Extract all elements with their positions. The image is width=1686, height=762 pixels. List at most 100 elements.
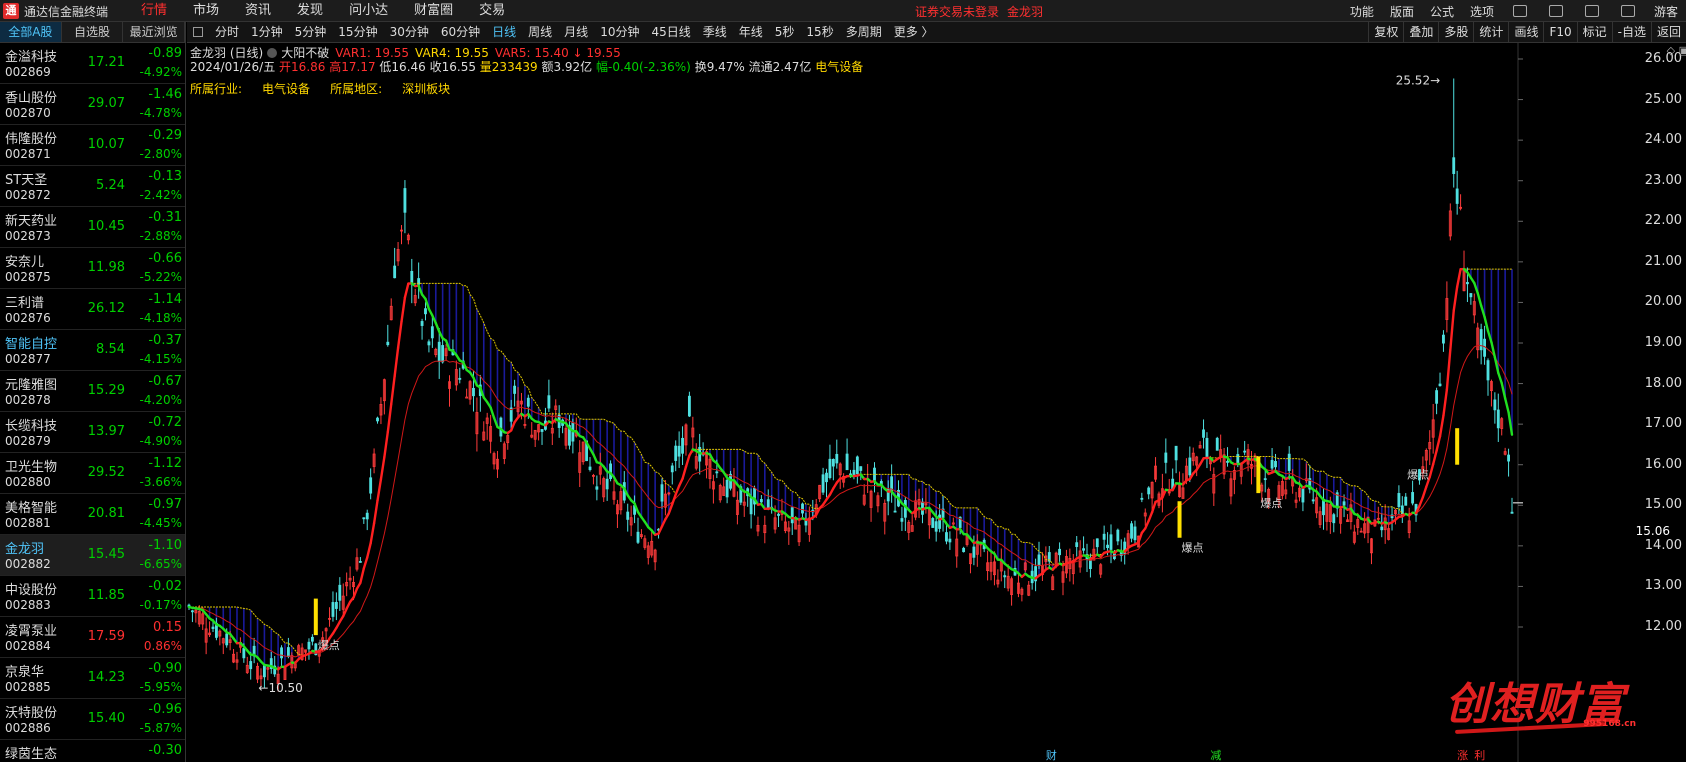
menu-item-5[interactable]: 财富圈 <box>401 0 466 22</box>
tab-watchlist[interactable]: 自选股 <box>62 22 124 42</box>
menu-options[interactable]: 选项 <box>1462 3 1502 20</box>
stock-row[interactable]: 绿茵生态 -0.30 <box>0 740 185 762</box>
menu-item-2[interactable]: 资讯 <box>232 0 284 22</box>
candle-body <box>499 417 503 437</box>
phone-icon[interactable] <box>1548 5 1563 17</box>
menu-function[interactable]: 功能 <box>1342 3 1382 20</box>
login-notice[interactable]: 证券交易未登录 金龙羽 <box>915 3 1051 20</box>
stock-row[interactable]: 沃特股份 002886 15.40 -0.96 -5.87% <box>0 699 185 740</box>
stock-row[interactable]: 新天药业 002873 10.45 -0.31 -2.88% <box>0 207 185 248</box>
signal-bar <box>313 598 318 636</box>
tool-button-0[interactable]: 复权 <box>1368 22 1403 42</box>
candle-body <box>1486 360 1490 381</box>
panel-toggle-icon[interactable] <box>193 27 203 37</box>
stock-row[interactable]: 伟隆股份 002871 10.07 -0.29 -2.80% <box>0 125 185 166</box>
login-status[interactable]: 证券交易未登录 <box>915 5 999 19</box>
kline-chart-area[interactable]: 爆点 爆点 爆点 爆点 25.52→ ←10.50 财减涨利 金龙羽 (日线) 大阳不破 VAR… <box>187 43 1686 762</box>
guest-user[interactable]: 游客 <box>1646 3 1686 20</box>
tool-button-8[interactable]: 返回 <box>1650 22 1686 42</box>
stock-row[interactable]: 元隆雅图 002878 15.29 -0.67 -4.20% <box>0 371 185 412</box>
period-tab-7[interactable]: 周线 <box>522 22 558 42</box>
candle-body <box>948 538 952 543</box>
stock-row[interactable]: 香山股份 002870 29.07 -1.46 -4.78% <box>0 84 185 125</box>
stock-row[interactable]: 长缆科技 002879 13.97 -0.72 -4.90% <box>0 412 185 453</box>
period-tab-8[interactable]: 月线 <box>558 22 594 42</box>
candle-body <box>472 387 475 397</box>
stock-row[interactable]: 美格智能 002881 20.81 -0.97 -4.45% <box>0 494 185 535</box>
candle-body <box>1058 548 1062 556</box>
bottom-event-marker[interactable]: 财 <box>1046 748 1057 762</box>
stock-row[interactable]: 凌霄泵业 002884 17.59 0.15 0.86% <box>0 617 185 658</box>
tool-button-7[interactable]: -自选 <box>1611 22 1651 42</box>
period-tab-16[interactable]: 更多 〉 <box>888 22 940 42</box>
stock-row[interactable]: 智能自控 002877 8.54 -0.37 -4.15% <box>0 330 185 371</box>
menu-layout[interactable]: 版面 <box>1382 3 1422 20</box>
stock-change-pct: 0.86% <box>143 639 182 653</box>
mail-icon[interactable] <box>1620 5 1635 17</box>
candle-body <box>1342 501 1346 506</box>
candle-body <box>424 308 427 315</box>
bottom-event-marker[interactable]: 涨 <box>1457 749 1468 762</box>
stock-row[interactable]: 金溢科技 002869 17.21 -0.89 -4.92% <box>0 43 185 84</box>
stock-row[interactable]: 京泉华 002885 14.23 -0.90 -5.95% <box>0 658 185 699</box>
period-tab-15[interactable]: 多周期 <box>840 22 888 42</box>
calculator-icon[interactable] <box>1584 5 1599 17</box>
period-tab-9[interactable]: 10分钟 <box>594 22 645 42</box>
menu-formula[interactable]: 公式 <box>1422 3 1462 20</box>
period-tab-10[interactable]: 45日线 <box>645 22 696 42</box>
candle-body <box>855 456 859 475</box>
window-icon[interactable]: ▣ <box>1679 44 1686 57</box>
period-tab-14[interactable]: 15秒 <box>800 22 839 42</box>
period-tab-5[interactable]: 60分钟 <box>435 22 486 42</box>
period-tab-11[interactable]: 季线 <box>697 22 733 42</box>
menu-item-4[interactable]: 问小达 <box>336 0 401 22</box>
top-menu-bar: 通 通达信金融终端 行情 市场 资讯 发现 问小达 财富圈 交易 证券交易未登录 金龙羽 功能… <box>0 0 1686 22</box>
period-tab-2[interactable]: 5分钟 <box>289 22 333 42</box>
period-tab-3[interactable]: 15分钟 <box>332 22 383 42</box>
tab-all-a-shares[interactable]: 全部A股 <box>0 22 62 42</box>
tool-button-4[interactable]: 画线 <box>1508 22 1543 42</box>
candle-body <box>845 453 849 471</box>
menu-item-6[interactable]: 交易 <box>466 0 518 22</box>
stock-code: 002877 <box>5 352 51 366</box>
bottom-event-marker[interactable]: 利 <box>1474 749 1485 762</box>
stock-row[interactable]: 卫光生物 002880 29.52 -1.12 -3.66% <box>0 453 185 494</box>
tool-button-3[interactable]: 统计 <box>1473 22 1508 42</box>
period-tab-1[interactable]: 1分钟 <box>245 22 289 42</box>
candle-body <box>1397 493 1401 508</box>
period-tab-0[interactable]: 分时 <box>209 22 245 42</box>
period-tab-12[interactable]: 年线 <box>733 22 769 42</box>
menu-item-1[interactable]: 市场 <box>180 0 232 22</box>
stock-price: 11.98 <box>87 260 125 275</box>
stock-price: 15.45 <box>87 547 125 562</box>
y-tick-label: 21.00 <box>1644 253 1682 269</box>
stock-row[interactable]: 金龙羽 002882 15.45 -1.10 -6.65% <box>0 535 185 576</box>
kline-chart[interactable]: 爆点爆点爆点爆点25.52→←10.50财减涨利 <box>187 43 1686 762</box>
tool-button-6[interactable]: 标记 <box>1576 22 1612 42</box>
stock-price: 15.29 <box>87 383 125 398</box>
chevron-down-icon[interactable] <box>267 48 278 58</box>
tool-button-2[interactable]: 多股 <box>1438 22 1473 42</box>
bottom-event-marker[interactable]: 减 <box>1210 749 1221 762</box>
menu-item-3[interactable]: 发现 <box>284 0 336 22</box>
stock-change-pct: -2.88% <box>139 229 182 243</box>
stock-row[interactable]: 三利谱 002876 26.12 -1.14 -4.18% <box>0 289 185 330</box>
stock-row[interactable]: 安奈儿 002875 11.98 -0.66 -5.22% <box>0 248 185 289</box>
candle-body <box>1095 538 1099 548</box>
amount-value: 额3.92亿 <box>541 60 593 74</box>
refresh-icon[interactable] <box>1512 5 1527 17</box>
tool-button-1[interactable]: 叠加 <box>1403 22 1438 42</box>
candle-body <box>1469 293 1473 298</box>
stock-price: 10.07 <box>87 137 125 152</box>
stock-row[interactable]: 中设股份 002883 11.85 -0.02 -0.17% <box>0 576 185 617</box>
menu-item-0[interactable]: 行情 <box>128 0 180 22</box>
period-tab-6[interactable]: 日线 <box>486 22 522 42</box>
period-tab-4[interactable]: 30分钟 <box>384 22 435 42</box>
candle-body <box>1102 533 1106 540</box>
tool-button-5[interactable]: F10 <box>1543 22 1576 42</box>
diamond-icon[interactable]: ◇ <box>1667 44 1675 57</box>
stock-row[interactable]: ST天圣 002872 5.24 -0.13 -2.42% <box>0 166 185 207</box>
candle-body <box>1404 496 1408 506</box>
period-tab-13[interactable]: 5秒 <box>769 22 801 42</box>
tab-recent[interactable]: 最近浏览 <box>123 22 185 42</box>
